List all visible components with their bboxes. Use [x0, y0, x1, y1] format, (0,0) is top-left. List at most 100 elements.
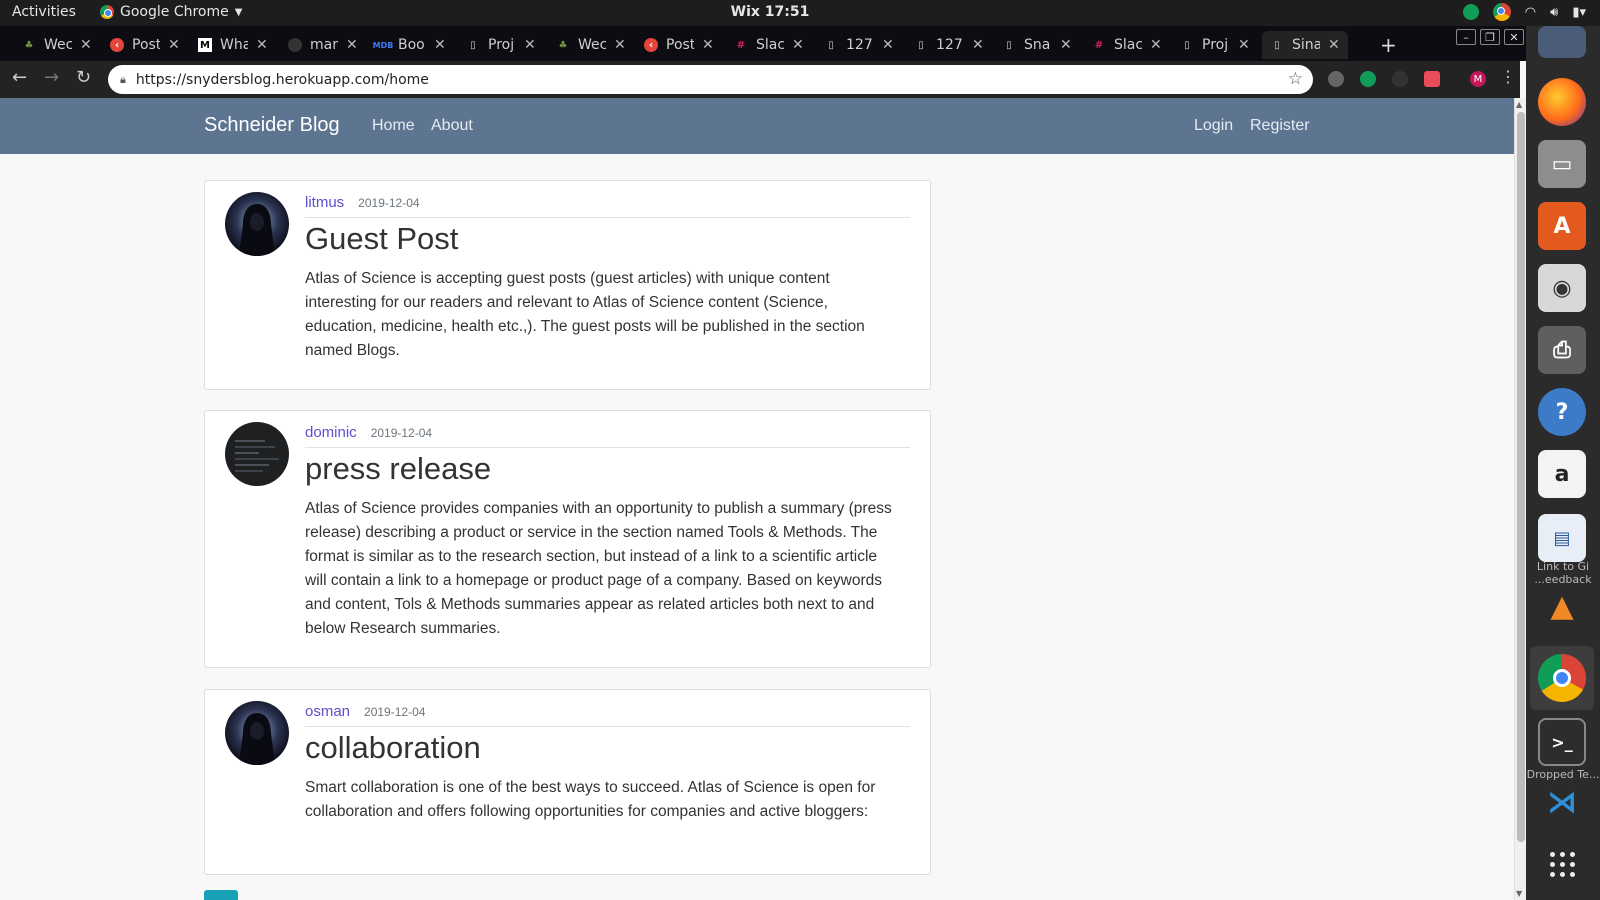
close-icon[interactable]: ✕ — [256, 37, 268, 53]
red-circle-icon: ‹ — [110, 38, 124, 52]
browser-tab[interactable]: ▯ Sna ✕ — [1002, 31, 1072, 59]
reload-icon[interactable]: ↻ — [76, 67, 91, 88]
tab-title: Wha — [220, 37, 248, 53]
browser-tab[interactable]: ‹ Post ✕ — [110, 31, 180, 59]
terminal-icon[interactable]: >_ — [1538, 718, 1586, 766]
help-icon[interactable]: ? — [1538, 388, 1586, 436]
page-icon: ▯ — [918, 39, 924, 51]
browser-tab[interactable]: mar ✕ — [288, 31, 358, 59]
tab-title: Sina — [1292, 37, 1320, 53]
close-icon[interactable]: ✕ — [1328, 37, 1340, 53]
close-icon[interactable]: ✕ — [1060, 37, 1072, 53]
extension-red-arrow-icon[interactable] — [1424, 71, 1440, 87]
browser-tab[interactable]: MDB Boo ✕ — [372, 31, 446, 59]
scroll-down-icon[interactable]: ▼ — [1516, 889, 1522, 898]
show-applications-icon[interactable] — [1550, 852, 1576, 878]
close-window-icon[interactable]: ✕ — [1504, 29, 1524, 45]
bookmark-star-icon[interactable]: ☆ — [1288, 69, 1303, 89]
post-date: 2019-12-04 — [358, 196, 420, 210]
close-icon[interactable]: ✕ — [1150, 37, 1162, 53]
system-tray[interactable]: ◠ 🔊︎ ▮▾ — [1462, 3, 1586, 21]
clock[interactable]: Wix 17:51 — [0, 4, 1540, 20]
software-center-icon[interactable]: A — [1538, 202, 1586, 250]
extension-grey-icon[interactable] — [1392, 71, 1408, 87]
browser-tab[interactable]: ♣ Wec ✕ — [22, 31, 92, 59]
battery-icon[interactable]: ▮▾ — [1572, 5, 1586, 20]
post-author-link[interactable]: osman — [305, 703, 350, 720]
scroll-thumb[interactable] — [1517, 112, 1525, 842]
files-icon[interactable]: ▭ — [1538, 140, 1586, 188]
volume-icon[interactable]: 🔊︎ — [1550, 5, 1558, 20]
page-icon: ▯ — [470, 39, 476, 51]
close-icon[interactable]: ✕ — [524, 37, 536, 53]
maximize-icon[interactable]: ❐ — [1480, 29, 1500, 45]
site-navbar: Schneider Blog Home About Login Register — [0, 98, 1520, 154]
chrome-tray-icon[interactable] — [1492, 3, 1511, 21]
new-tab-button[interactable]: + — [1380, 33, 1397, 57]
pagination-button[interactable] — [204, 890, 238, 900]
nav-about[interactable]: About — [431, 117, 473, 135]
address-bar[interactable]: 🔒︎ https://snydersblog.herokuapp.com/hom… — [108, 65, 1313, 94]
mdb-icon: MDB — [372, 40, 394, 50]
close-icon[interactable]: ✕ — [614, 37, 626, 53]
close-icon[interactable]: ✕ — [1238, 37, 1250, 53]
wifi-icon[interactable]: ◠ — [1525, 5, 1536, 20]
extension-hangouts-icon[interactable] — [1360, 71, 1376, 87]
document-icon[interactable]: ▤ — [1538, 514, 1586, 562]
browser-tab[interactable]: ▯ 127. ✕ — [914, 31, 984, 59]
lock-icon[interactable]: 🔒︎ — [120, 73, 126, 87]
tab-title: Boo — [398, 37, 425, 53]
browser-tab-active[interactable]: ▯ Sina ✕ — [1262, 31, 1348, 59]
nav-home[interactable]: Home — [372, 117, 415, 135]
close-icon[interactable]: ✕ — [792, 37, 804, 53]
browser-tab[interactable]: M Wha ✕ — [198, 31, 268, 59]
vscode-icon[interactable]: ⋊ — [1538, 778, 1586, 826]
vlc-icon[interactable]: ▲ — [1538, 582, 1586, 630]
post-title[interactable]: press release — [305, 451, 491, 487]
scroll-up-icon[interactable]: ▲ — [1516, 100, 1522, 109]
amazon-icon[interactable]: a — [1538, 450, 1586, 498]
browser-tab[interactable]: ▯ Proj ✕ — [466, 31, 536, 59]
browser-tab[interactable]: ♣ Wec ✕ — [556, 31, 626, 59]
close-icon[interactable]: ✕ — [346, 37, 358, 53]
nav-register[interactable]: Register — [1250, 117, 1310, 135]
browser-tab[interactable]: ▯ 127. ✕ — [824, 31, 894, 59]
close-icon[interactable]: ✕ — [434, 37, 446, 53]
post-title[interactable]: collaboration — [305, 730, 481, 766]
site-brand[interactable]: Schneider Blog — [204, 114, 340, 137]
post-content: Atlas of Science provides companies with… — [305, 500, 892, 637]
chrome-dock-icon[interactable] — [1538, 654, 1586, 702]
palm-icon: ♣ — [558, 39, 568, 51]
close-icon[interactable]: ✕ — [882, 37, 894, 53]
close-icon[interactable]: ✕ — [972, 37, 984, 53]
forward-icon[interactable]: → — [44, 67, 59, 88]
post-author-link[interactable]: dominic — [305, 424, 357, 441]
close-icon[interactable]: ✕ — [702, 37, 714, 53]
close-icon[interactable]: ✕ — [168, 37, 180, 53]
menu-kebab-icon[interactable]: ⋮ — [1500, 67, 1516, 86]
browser-tab[interactable]: ▯ Proj ✕ — [1180, 31, 1250, 59]
printer-icon[interactable]: ⎙ — [1538, 326, 1586, 374]
nav-login[interactable]: Login — [1194, 117, 1233, 135]
tab-title: Wec — [578, 37, 606, 53]
hangouts-icon[interactable] — [1462, 4, 1479, 20]
post-title[interactable]: Guest Post — [305, 221, 458, 257]
back-icon[interactable]: ← — [12, 67, 27, 88]
tab-title: Post — [132, 37, 160, 53]
browser-tab[interactable]: # Slac ✕ — [734, 31, 804, 59]
tab-strip: ♣ Wec ✕ ‹ Post ✕ M Wha ✕ mar ✕ MDB Boo ✕ ▯ Proj ✕ ♣… — [0, 26, 1600, 61]
post-author-link[interactable]: litmus — [305, 194, 344, 211]
browser-tab[interactable]: # Slac ✕ — [1092, 31, 1162, 59]
browser-tab[interactable]: ‹ Post ✕ — [644, 31, 714, 59]
extension-shield-icon[interactable] — [1328, 71, 1344, 87]
thunderbird-icon[interactable] — [1538, 26, 1586, 58]
minimize-icon[interactable]: – — [1456, 29, 1476, 45]
rhythmbox-icon[interactable]: ◉ — [1538, 264, 1586, 312]
post-meta: dominic 2019-12-04 — [305, 424, 910, 448]
tab-title: Slac — [1114, 37, 1142, 53]
close-icon[interactable]: ✕ — [80, 37, 92, 53]
profile-avatar-icon[interactable]: M — [1470, 71, 1486, 87]
url-text[interactable]: https://snydersblog.herokuapp.com/home — [136, 72, 429, 88]
page-scrollbar[interactable]: ▲ ▼ — [1514, 98, 1526, 900]
firefox-icon[interactable] — [1538, 78, 1586, 126]
